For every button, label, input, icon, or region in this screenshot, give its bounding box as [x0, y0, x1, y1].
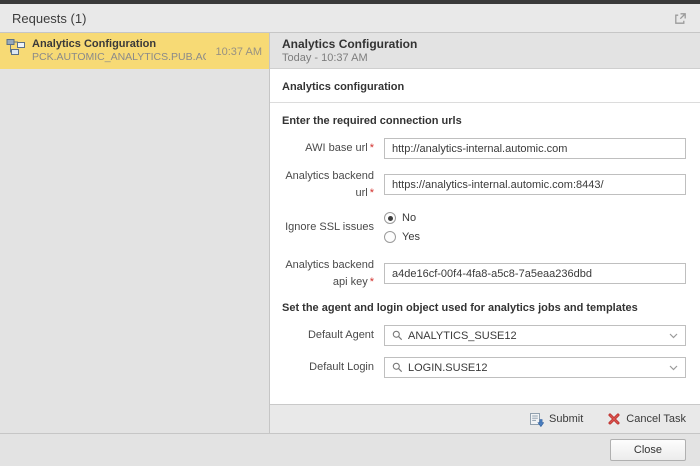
- submit-button[interactable]: Submit: [529, 412, 583, 427]
- request-detail-panel: Analytics Configuration Today - 10:37 AM…: [270, 33, 700, 433]
- backend-url-label: Analytics backend url *: [285, 170, 374, 199]
- chevron-down-icon: [669, 333, 678, 338]
- workflow-object-icon: [6, 38, 26, 62]
- required-marker: *: [369, 142, 374, 155]
- awi-base-url-input[interactable]: [384, 138, 686, 159]
- cancel-x-icon: [608, 413, 620, 425]
- radio-unselected-icon: [384, 231, 396, 243]
- api-key-input[interactable]: [384, 263, 686, 284]
- awi-base-url-label: AWI base url *: [305, 142, 374, 155]
- form-body: Enter the required connection urls AWI b…: [270, 103, 700, 397]
- default-login-label: Default Login: [309, 361, 374, 374]
- ignore-ssl-row: Ignore SSL issues No Yes: [282, 210, 686, 245]
- required-marker: *: [369, 275, 374, 288]
- form-section-title: Analytics configuration: [270, 69, 700, 103]
- chevron-down-icon: [669, 365, 678, 370]
- cancel-task-button-label: Cancel Task: [626, 413, 686, 425]
- awi-base-url-row: AWI base url *: [282, 138, 686, 159]
- detail-header: Analytics Configuration Today - 10:37 AM: [270, 33, 700, 69]
- request-item-object-name: PCK.AUTOMIC_ANALYTICS.PUB.ACTION...: [32, 51, 206, 63]
- detail-title: Analytics Configuration: [282, 37, 418, 51]
- detail-timestamp: Today - 10:37 AM: [282, 52, 368, 64]
- dialog-title: Requests (1): [12, 10, 87, 26]
- default-login-value: LOGIN.SUSE12: [408, 361, 488, 374]
- default-agent-combobox[interactable]: ANALYTICS_SUSE12: [384, 325, 686, 346]
- ignore-ssl-no-label: No: [402, 212, 417, 224]
- backend-url-row: Analytics backend url *: [282, 168, 686, 201]
- request-form: Analytics configuration Enter the requir…: [270, 69, 700, 404]
- backend-url-input[interactable]: [384, 174, 686, 195]
- request-list-item-analytics-configuration[interactable]: Analytics Configuration PCK.AUTOMIC_ANAL…: [0, 33, 269, 69]
- api-key-row: Analytics backend api key *: [282, 257, 686, 290]
- ignore-ssl-yes-radio[interactable]: Yes: [384, 231, 686, 243]
- dialog-titlebar: Requests (1): [0, 4, 700, 33]
- connection-group-heading: Enter the required connection urls: [282, 115, 462, 127]
- dialog-body: Analytics Configuration PCK.AUTOMIC_ANAL…: [0, 33, 700, 433]
- search-icon: [392, 330, 403, 341]
- ignore-ssl-yes-label: Yes: [402, 231, 420, 243]
- default-agent-value: ANALYTICS_SUSE12: [408, 329, 517, 342]
- ignore-ssl-radio-group: No Yes: [384, 210, 686, 245]
- search-icon: [392, 362, 403, 373]
- agent-group-heading: Set the agent and login object used for …: [282, 302, 638, 314]
- request-item-title: Analytics Configuration: [32, 38, 157, 50]
- close-button[interactable]: Close: [609, 439, 686, 461]
- request-item-time: 10:37 AM: [215, 45, 262, 58]
- required-marker: *: [369, 186, 374, 199]
- default-agent-label: Default Agent: [307, 329, 374, 342]
- open-in-new-window-icon[interactable]: [673, 11, 688, 26]
- ignore-ssl-no-radio[interactable]: No: [384, 212, 686, 224]
- default-login-combobox[interactable]: LOGIN.SUSE12: [384, 357, 686, 378]
- dialog-footer: Close: [0, 433, 700, 466]
- request-list-panel: Analytics Configuration PCK.AUTOMIC_ANAL…: [0, 33, 270, 433]
- default-login-row: Default Login LOGIN.SUSE12: [282, 357, 686, 378]
- radio-selected-icon: [384, 212, 396, 224]
- submit-document-icon: [530, 412, 545, 427]
- request-item-text: Analytics Configuration PCK.AUTOMIC_ANAL…: [32, 38, 206, 63]
- ignore-ssl-label: Ignore SSL issues: [285, 221, 374, 234]
- requests-dialog: Requests (1) Analytics Configuration PCK…: [0, 0, 700, 466]
- cancel-task-button[interactable]: Cancel Task: [607, 412, 686, 426]
- submit-button-label: Submit: [549, 413, 584, 425]
- api-key-label: Analytics backend api key *: [285, 259, 374, 288]
- form-toolbar: Submit Cancel Task: [270, 404, 700, 433]
- default-agent-row: Default Agent ANALYTICS_SUSE12: [282, 325, 686, 346]
